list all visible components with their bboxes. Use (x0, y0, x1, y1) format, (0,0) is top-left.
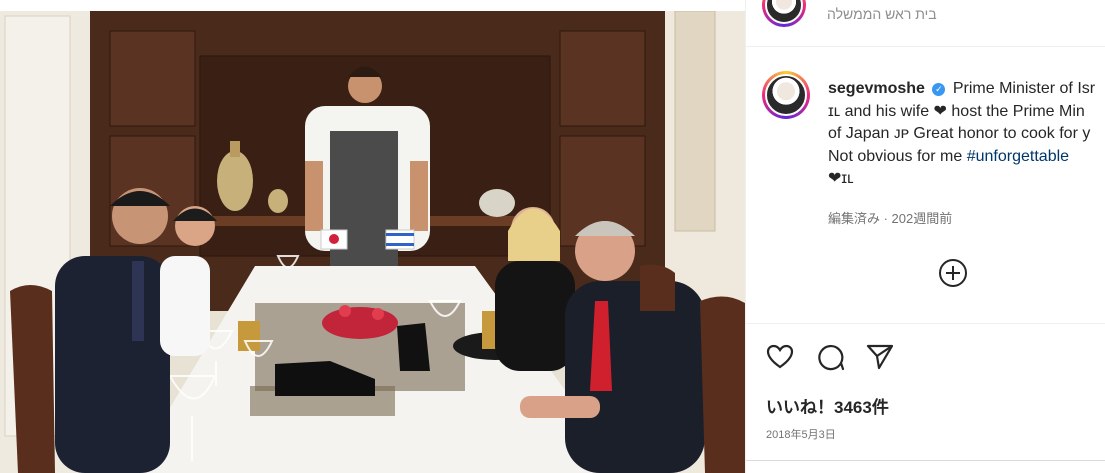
caption-line-1: Prime Minister of Isr (952, 80, 1096, 97)
header-avatar[interactable] (762, 0, 806, 27)
dinner-scene-image (0, 11, 745, 473)
location-link[interactable]: בית ראש הממשלה (827, 6, 937, 22)
load-more-comments-button[interactable] (937, 257, 969, 289)
share-button[interactable] (866, 343, 894, 371)
paper-plane-icon (866, 344, 894, 370)
likes-count[interactable]: いいね！3463件 (766, 393, 889, 418)
post-caption: segevmoshe ✓ Prime Minister of Isr ɪʟ an… (828, 78, 1105, 191)
like-button[interactable] (766, 343, 794, 371)
caption-line-3: of Japan ᴊᴘ Great honor to cook for y (828, 125, 1091, 142)
hashtag-link[interactable]: #unforgettable (967, 148, 1069, 165)
circle-plus-icon (939, 259, 967, 287)
username-link[interactable]: segevmoshe (828, 80, 925, 97)
comment-button[interactable] (817, 343, 845, 371)
caption-line-5: ❤ɪʟ (828, 170, 854, 187)
post-header: בית ראש הממשלה (746, 0, 1105, 47)
post-date[interactable]: 2018年5月3日 (766, 426, 836, 442)
caption-line-4: Not obvious for me (828, 147, 967, 165)
comment-bubble-icon (818, 344, 845, 371)
comment-area-divider (746, 460, 1105, 461)
edited-timestamp: 編集済み · 202週間前 (828, 211, 953, 226)
heart-icon (766, 344, 794, 369)
post-sidebar: בית ראש הממשלה segevmoshe ✓ Prime Minist… (745, 0, 1105, 473)
caption-avatar[interactable] (762, 71, 810, 119)
section-divider (746, 323, 1105, 324)
post-media[interactable] (0, 0, 745, 473)
post-photo[interactable] (0, 11, 745, 473)
verified-badge-icon: ✓ (932, 83, 946, 96)
caption-line-2: ɪʟ and his wife ❤ host the Prime Min (828, 102, 1085, 120)
